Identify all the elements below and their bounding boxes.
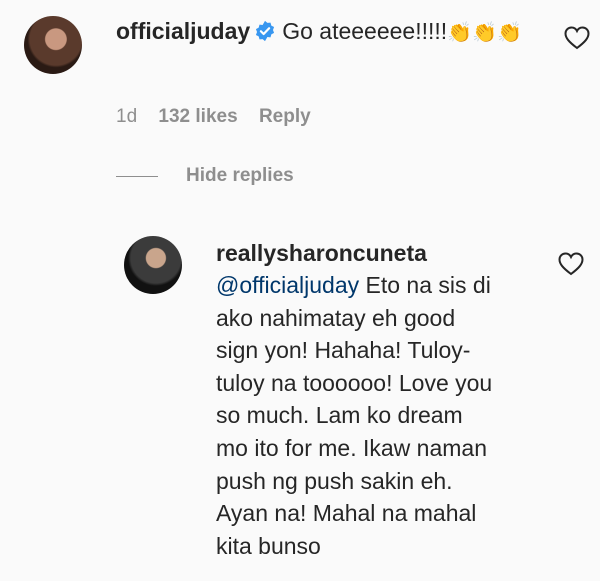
comments-panel: officialjuday Go ateeeeee!!!!!👏👏👏 1d 132 …	[0, 0, 600, 581]
avatar[interactable]	[24, 16, 82, 74]
comment-meta: 1d 132 likes Reply	[116, 106, 327, 128]
heart-icon[interactable]	[564, 26, 590, 50]
reply-comment: reallysharoncuneta @officialjuday Eto na…	[124, 236, 594, 576]
replies-toggle: Hide replies	[116, 165, 294, 187]
reply-body: @officialjuday Eto na sis di ako nahimat…	[216, 269, 536, 562]
avatar[interactable]	[124, 236, 182, 294]
comment-username[interactable]: officialjuday	[116, 18, 250, 44]
verified-badge-icon	[254, 17, 276, 51]
reply-text: Eto na sis di ako nahimatay eh good sign…	[216, 272, 493, 559]
heart-icon[interactable]	[558, 252, 584, 276]
mention-link[interactable]: @officialjuday	[216, 272, 359, 298]
clap-emoji: 👏👏👏	[447, 22, 522, 44]
hide-replies-button[interactable]: Hide replies	[186, 165, 294, 186]
comment-text: Go ateeeeee!!!!!	[282, 18, 448, 44]
reply-username[interactable]: reallysharoncuneta	[216, 240, 427, 267]
divider	[116, 175, 158, 177]
comment-body: officialjuday Go ateeeeee!!!!!👏👏👏	[116, 14, 536, 51]
reply-button[interactable]: Reply	[259, 106, 311, 127]
comment-likes[interactable]: 132 likes	[158, 106, 237, 127]
comment-time[interactable]: 1d	[116, 106, 137, 127]
